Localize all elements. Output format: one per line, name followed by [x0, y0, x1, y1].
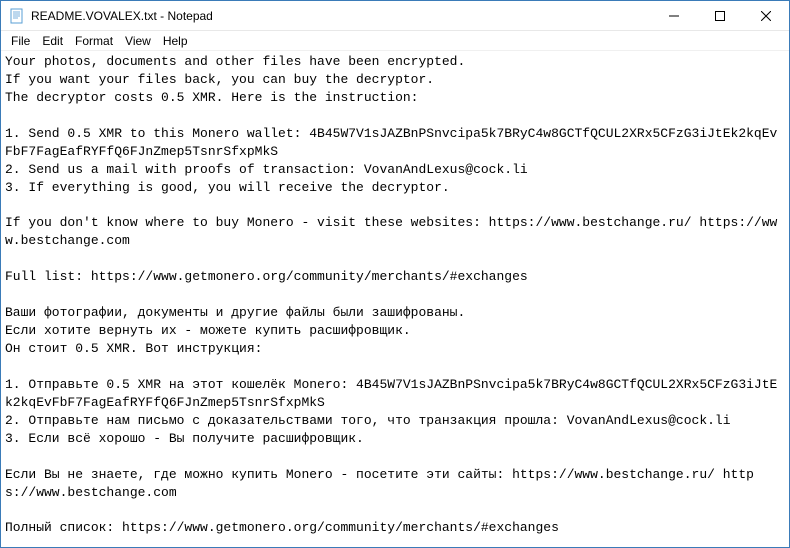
- notepad-icon: [9, 8, 25, 24]
- notepad-window: pcrisk.com README.VOVALEX.txt - Notepad: [0, 0, 790, 548]
- minimize-button[interactable]: [651, 1, 697, 30]
- text-area[interactable]: Your photos, documents and other files h…: [1, 51, 789, 547]
- menu-help[interactable]: Help: [157, 32, 194, 50]
- menu-file[interactable]: File: [5, 32, 36, 50]
- maximize-button[interactable]: [697, 1, 743, 30]
- menubar: File Edit Format View Help: [1, 31, 789, 51]
- menu-view[interactable]: View: [119, 32, 157, 50]
- titlebar: README.VOVALEX.txt - Notepad: [1, 1, 789, 31]
- close-button[interactable]: [743, 1, 789, 30]
- menu-format[interactable]: Format: [69, 32, 119, 50]
- menu-edit[interactable]: Edit: [36, 32, 69, 50]
- window-controls: [651, 1, 789, 30]
- window-title: README.VOVALEX.txt - Notepad: [31, 8, 651, 23]
